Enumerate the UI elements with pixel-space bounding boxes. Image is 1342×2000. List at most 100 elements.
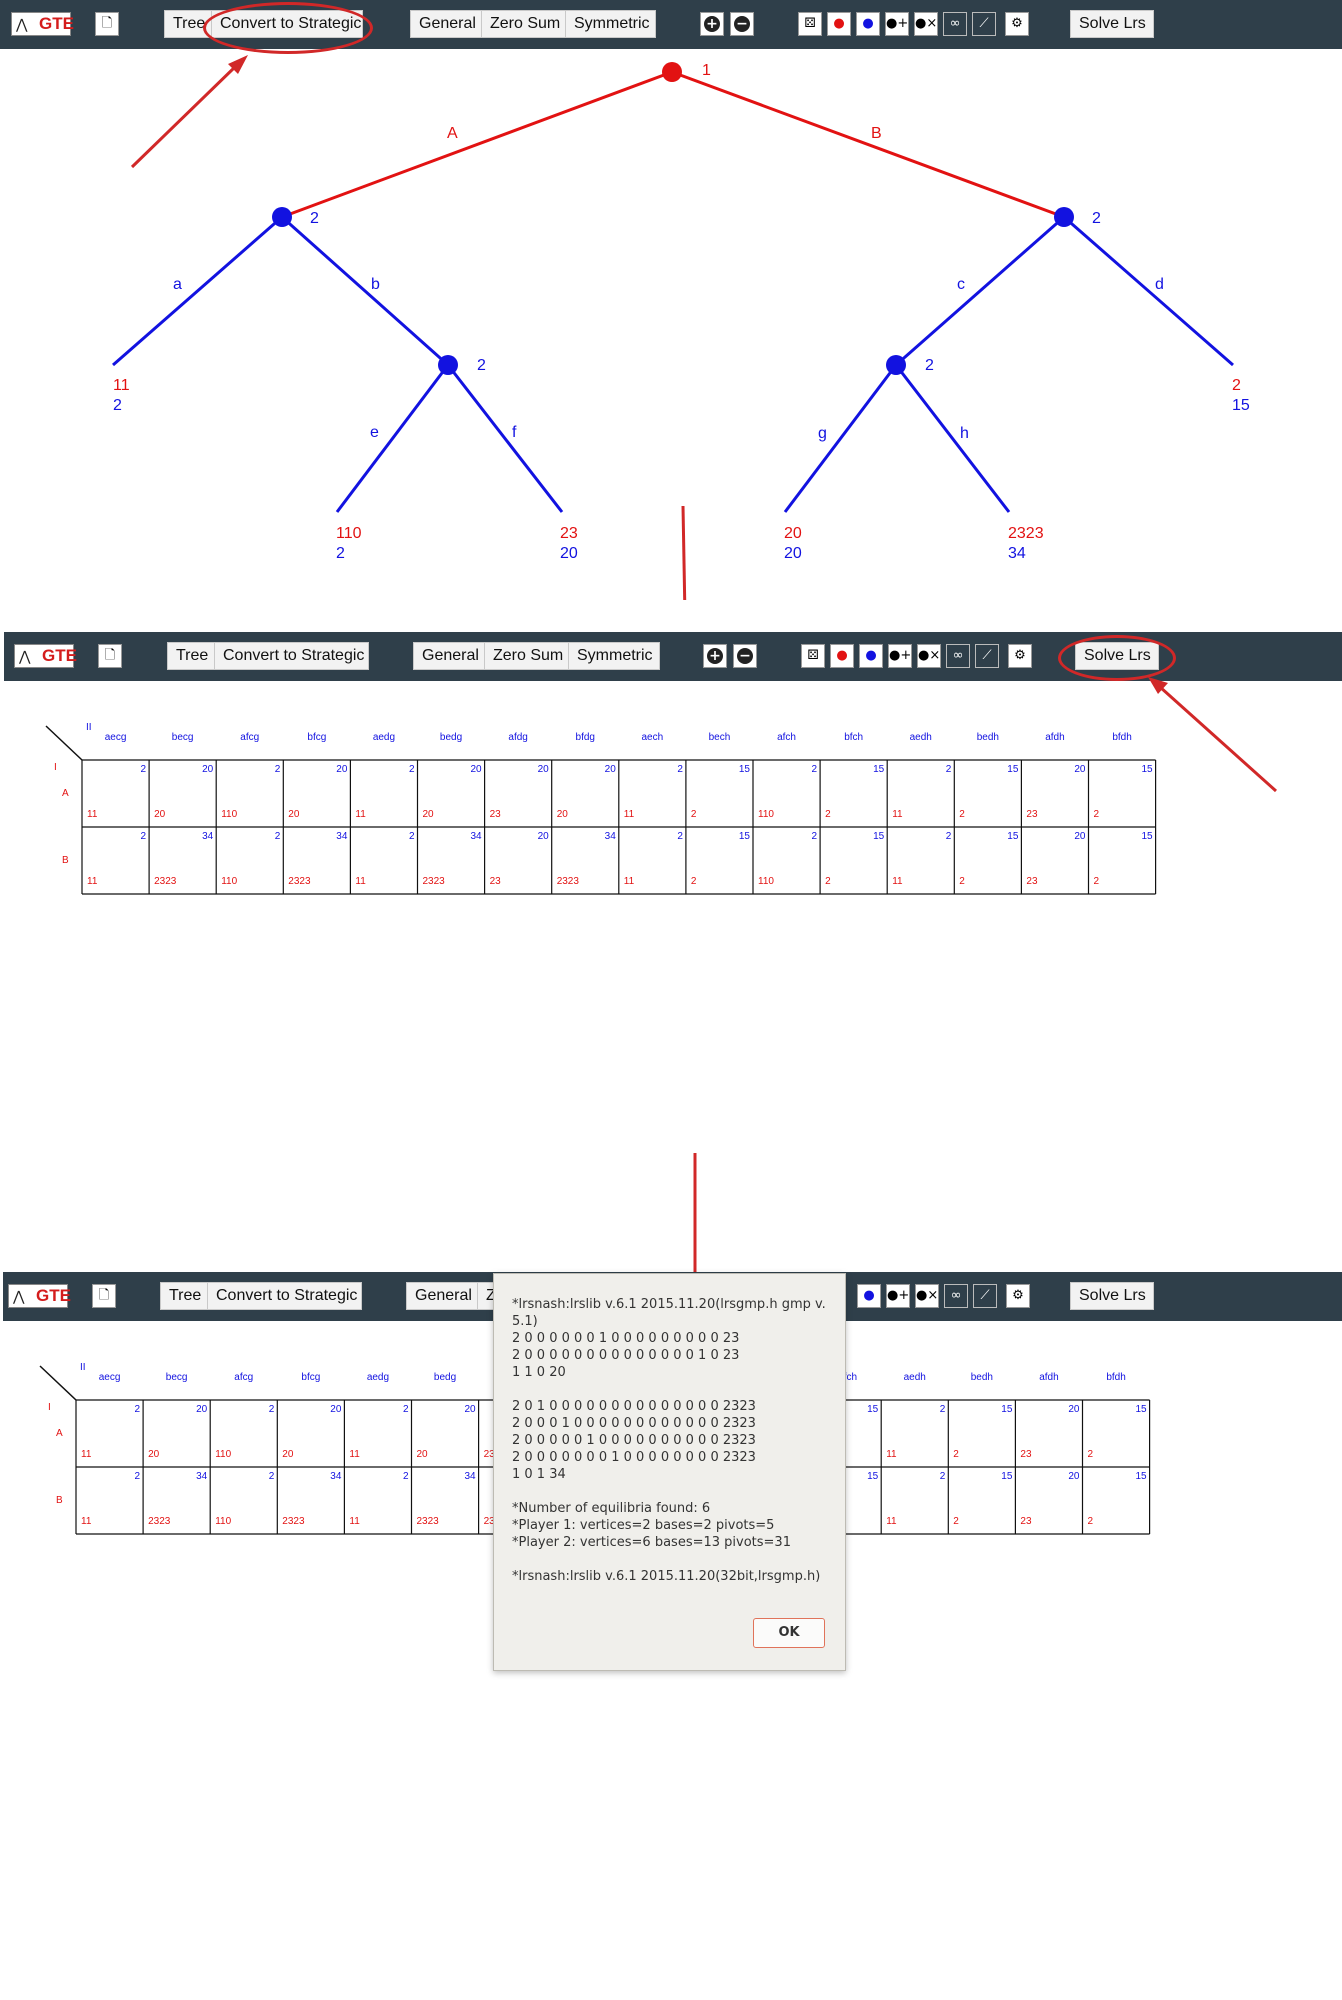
- cell-payoff-p1: 20: [423, 809, 435, 820]
- cell-payoff-p2: 2: [275, 764, 281, 775]
- column-strategy-label: bfdg: [576, 732, 595, 743]
- row-strategy-label: A: [56, 1428, 63, 1439]
- cell-payoff-p2: 2: [275, 831, 281, 842]
- player2-label-b: 2: [477, 357, 486, 374]
- cell-payoff-p2: 2: [135, 1404, 141, 1415]
- tree-edge-g[interactable]: [783, 364, 898, 513]
- column-strategy-label: afcg: [234, 1372, 253, 1383]
- lrs-output-line: 2 0 0 0 0 0 0 0 1 0 0 0 0 0 0 0 0 2323: [512, 1450, 756, 1465]
- cell-payoff-p1: 2: [959, 809, 965, 820]
- cell-payoff-p1: 110: [758, 876, 774, 887]
- player2-label: II: [86, 722, 92, 733]
- cell-payoff-p2: 34: [196, 1471, 208, 1482]
- tree-edge-d[interactable]: [1063, 215, 1234, 367]
- cell-payoff-p2: 34: [470, 831, 482, 842]
- lrs-output-line: [512, 1483, 832, 1500]
- delete-player-icon[interactable]: ●×: [915, 1284, 939, 1308]
- cell-payoff-p2: 15: [739, 831, 751, 842]
- column-strategy-label: bedh: [971, 1372, 993, 1383]
- tree-edge-B[interactable]: [671, 70, 1065, 219]
- ok-button[interactable]: OK: [753, 1618, 825, 1648]
- row-strategy-label: B: [62, 855, 69, 866]
- gte-logo[interactable]: ⋀ GTE: [8, 1284, 71, 1308]
- cell-payoff-p1: 2: [1094, 809, 1100, 820]
- lrs-output-line: 2 0 0 0 1 0 0 0 0 0 0 0 0 0 0 0 0 2323: [512, 1416, 756, 1431]
- cell-payoff-p1: 110: [215, 1449, 231, 1460]
- column-strategy-label: bfch: [844, 732, 863, 743]
- cell-payoff-p2: 15: [739, 764, 751, 775]
- unlink-icon[interactable]: ⟋: [973, 1284, 997, 1308]
- cell-payoff-p2: 2: [403, 1404, 409, 1415]
- tree-edge-h[interactable]: [894, 364, 1011, 513]
- tree-button[interactable]: Tree: [160, 1282, 208, 1310]
- move-label-e: e: [370, 424, 379, 441]
- column-strategy-label: bech: [709, 732, 731, 743]
- add-player-icon[interactable]: ●+: [886, 1284, 910, 1308]
- cell-payoff-p2: 20: [464, 1404, 476, 1415]
- cell-payoff-p2: 2: [812, 831, 818, 842]
- cell-payoff-p1: 20: [154, 809, 166, 820]
- cell-payoff-p2: 2: [269, 1471, 275, 1482]
- move-label-b: b: [371, 276, 380, 293]
- root-player-label: 1: [702, 62, 711, 79]
- cell-payoff-p2: 15: [1007, 764, 1019, 775]
- new-file-icon[interactable]: 🗋: [92, 1284, 116, 1308]
- tree-edge-e[interactable]: [335, 364, 450, 513]
- tree-edge-A[interactable]: [281, 70, 673, 219]
- player2-label-left: 2: [310, 210, 319, 227]
- cell-payoff-p2: 20: [470, 764, 482, 775]
- strategic-matrix-1: IIIaecg becg afcg bfcg aedg bedg afdg bfdg aech b…: [45, 722, 1157, 895]
- column-strategy-label: afdh: [1039, 1372, 1058, 1383]
- lrs-output-line: 2 0 0 0 0 0 0 1 0 0 0 0 0 0 0 0 0 23: [512, 1331, 740, 1346]
- tree-edge-f[interactable]: [446, 364, 564, 513]
- cell-payoff-p2: 15: [867, 1404, 879, 1415]
- general-button[interactable]: General: [406, 1282, 478, 1310]
- column-strategy-label: aedh: [904, 1372, 926, 1383]
- annotation-arrow-2: [681, 505, 687, 600]
- cell-payoff-p2: 2: [409, 831, 415, 842]
- cell-payoff-p1: 2: [825, 876, 831, 887]
- tree-node-p2-b[interactable]: [438, 355, 458, 375]
- move-label-g: g: [818, 425, 827, 442]
- cell-payoff-p1: 20: [417, 1449, 429, 1460]
- cell-payoff-p2: 34: [605, 831, 617, 842]
- cell-payoff-p2: 34: [202, 831, 214, 842]
- tree-edge-b[interactable]: [281, 215, 449, 367]
- column-strategy-label: aedg: [367, 1372, 389, 1383]
- settings-icon[interactable]: ⚙: [1006, 1284, 1030, 1308]
- column-strategy-label: aecg: [105, 732, 127, 743]
- cell-payoff-p1: 23: [1026, 876, 1038, 887]
- cell-payoff-p2: 20: [336, 764, 348, 775]
- tree-edge-c[interactable]: [895, 215, 1065, 367]
- cell-payoff-p1: 11: [355, 809, 366, 820]
- player2-icon[interactable]: ●: [857, 1284, 881, 1308]
- column-strategy-label: afch: [777, 732, 796, 743]
- cell-payoff-p1: 20: [282, 1449, 294, 1460]
- convert-to-strategic-button[interactable]: Convert to Strategic: [207, 1282, 362, 1310]
- tree-edge-a[interactable]: [112, 215, 283, 367]
- cell-payoff-p1: 11: [87, 809, 98, 820]
- cell-payoff-p1: 11: [355, 876, 366, 887]
- player1-label: I: [48, 1402, 51, 1413]
- tree-node-root[interactable]: [662, 62, 682, 82]
- cell-payoff-p1: 2323: [282, 1516, 305, 1527]
- cell-payoff-p2: 20: [330, 1404, 342, 1415]
- cell-payoff-p2: 20: [196, 1404, 208, 1415]
- payoff-p2: 15: [1232, 397, 1250, 414]
- cell-payoff-p1: 11: [624, 809, 635, 820]
- lrs-output-line: 2 0 0 0 0 0 1 0 0 0 0 0 0 0 0 0 0 2323: [512, 1433, 756, 1448]
- gte-logo-mark: ⋀: [13, 1288, 25, 1304]
- cell-payoff-p1: 2: [1088, 1516, 1094, 1527]
- payoff-p1: 23: [560, 525, 578, 542]
- tree-node-p2-c[interactable]: [886, 355, 906, 375]
- column-strategy-label: bfcg: [307, 732, 326, 743]
- column-strategy-label: bfcg: [301, 1372, 320, 1383]
- player2-label-right: 2: [1092, 210, 1101, 227]
- cell-payoff-p2: 15: [1001, 1404, 1013, 1415]
- cell-payoff-p1: 2: [1094, 876, 1100, 887]
- payoff-p1: 2323: [1008, 525, 1044, 542]
- link-icon[interactable]: ∞: [944, 1284, 968, 1308]
- tree-node-p2-right[interactable]: [1054, 207, 1074, 227]
- solve-lrs-button[interactable]: Solve Lrs: [1070, 1282, 1154, 1310]
- tree-node-p2-left[interactable]: [272, 207, 292, 227]
